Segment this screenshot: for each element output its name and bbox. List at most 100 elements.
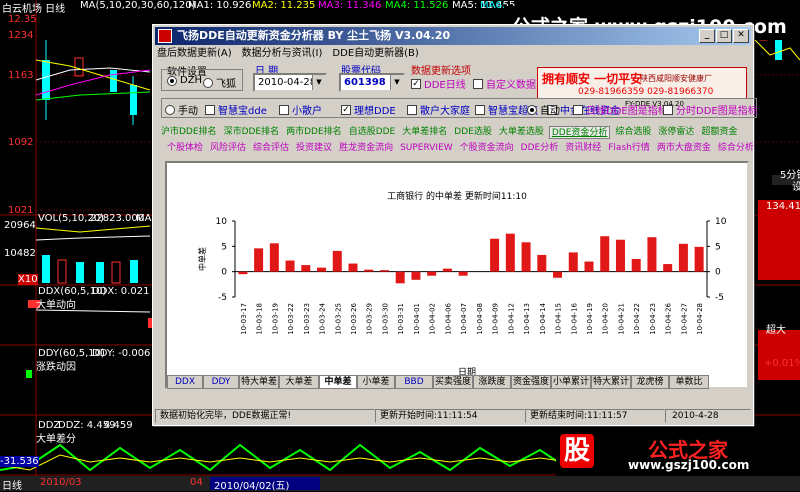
opt-manual[interactable]: 手动 [165,102,198,117]
tab-top-1[interactable]: 深市DDE排名 [222,126,282,139]
close-button[interactable]: ✕ [733,29,749,43]
minimize-button[interactable]: _ [699,29,715,43]
opt-manual-label: 手动 [178,106,198,117]
opt-daily-dde-label: 日线DDE图是指标 [586,106,668,117]
x-tick-10-04-12: 10-04-12 [507,303,515,335]
status-date: 2010-4-28 [665,409,751,423]
bottom-tab-7[interactable]: 买卖强度 [433,375,473,389]
radio-feihu[interactable]: 飞狐 [203,75,236,90]
bottom-date-04: 04 [190,477,203,488]
radio-dzh[interactable]: DZH [167,75,202,86]
radio-feihu-dot[interactable] [203,77,213,88]
bottom-tab-4[interactable]: 中单差 [319,375,357,389]
tab-top-6[interactable]: 大单差选股 [497,126,546,139]
tab-top-5[interactable]: DDE选股 [452,126,494,139]
right-label-set[interactable]: 设 [792,178,800,193]
bottom-tab-0[interactable]: DDX [167,375,203,389]
opt-small-retail-label: 小散户 [292,106,322,117]
opt-ideal-dde-box[interactable]: ✓ [341,104,351,115]
bottom-tab-6[interactable]: BBD [395,375,433,389]
tab-top-7[interactable]: DDE资金分析 [548,126,611,139]
bottom-tab-11[interactable]: 特大累计 [591,375,631,389]
opt-daily-dde-indicator[interactable]: 日线DDE图是指标 [573,102,668,117]
menu-dde-updater[interactable]: DDE自动更新器(B) [332,46,418,62]
tab-sub-2[interactable]: 综合评估 [251,142,291,155]
tab-sub-1[interactable]: 风险评估 [208,142,248,155]
bottom-tab-10[interactable]: 小单累计 [551,375,591,389]
radio-auto-dot[interactable] [527,104,537,115]
opt-manual-dot[interactable] [165,104,175,115]
x-tick-10-03-18: 10-03-18 [256,303,264,335]
check-dde-daily[interactable]: ✓ DDE日线 [411,76,466,91]
tab-top-9[interactable]: 涨停雷达 [656,126,696,139]
radio-dzh-dot[interactable] [167,75,177,86]
dde-analyzer-window: 飞扬DDE自动更新资金分析器 BY 尘土飞扬 V3.04.20 _ □ ✕ 盘后… [152,24,758,426]
opt-retail-family[interactable]: 散户大家庭 [407,102,470,117]
check-dde-daily-box[interactable]: ✓ [411,78,421,89]
stock-dropdown-arrow[interactable]: ▼ [390,75,403,90]
tab-top-4[interactable]: 大单差排名 [400,126,449,139]
opt-intraday-dde-box[interactable] [663,104,673,115]
maximize-button[interactable]: □ [716,29,732,43]
tab-sub-11[interactable]: 综合分析 [716,142,756,155]
date-dropdown-arrow[interactable]: ▼ [312,75,325,90]
bottom-tab-9[interactable]: 资金强度 [511,375,551,389]
opt-zhihuibao-dde[interactable]: 智慧宝dde [205,102,267,117]
x-tick-10-03-19: 10-03-19 [271,303,279,335]
x-tick-10-04-14: 10-04-14 [539,302,547,334]
tab-sub-7[interactable]: DDE分析 [519,142,561,155]
stock-code-combo[interactable]: 601398 ▼ [339,73,405,92]
tab-top-8[interactable]: 综合选股 [613,126,653,139]
window-titlebar[interactable]: 飞扬DDE自动更新资金分析器 BY 尘土飞扬 V3.04.20 _ □ ✕ [155,27,751,45]
y-tick-right: 10 [715,217,727,227]
opt-daily-dde-box[interactable] [573,104,583,115]
opt-retail-family-box[interactable] [407,104,417,115]
bottom-tab-13[interactable]: 单数比 [669,375,709,389]
tab-top-0[interactable]: 沪市DDE排名 [159,126,219,139]
tab-sub-4[interactable]: 胜龙资金流向 [337,142,395,155]
opt-small-retail[interactable]: 小散户 [279,102,322,117]
opt-zhihuibao-dde-box[interactable] [205,104,215,115]
tab-sub-0[interactable]: 个股体检 [165,142,205,155]
bar-10-03-22 [285,260,295,272]
bar-10-04-06 [442,268,452,272]
bottom-bar-period[interactable]: 日线 [2,477,22,492]
vol-label-20964: 20964 [4,220,36,231]
x-tick-10-04-23: 10-04-23 [649,303,657,335]
tab-row-2: 个股体检 风险评估 综合评估 投资建议 胜龙资金流向 SUPERVIEW 个股资金流向 DDE… [165,142,756,155]
bar-10-04-23 [647,237,657,272]
bottom-tab-5[interactable]: 小单差 [357,375,395,389]
tab-sub-6[interactable]: 个股资金流向 [458,142,516,155]
bar-10-04-16 [568,252,578,272]
bottom-tab-12[interactable]: 龙虎榜 [631,375,669,389]
tab-sub-9[interactable]: Flash行情 [606,142,652,155]
tab-sub-5[interactable]: SUPERVIEW [398,142,455,155]
tab-sub-8[interactable]: 资讯财经 [563,142,603,155]
x-tick-10-04-19: 10-04-19 [586,303,594,335]
bottom-date-march: 2010/03 [40,477,82,488]
check-custom-data[interactable]: 自定义数据 [473,76,536,91]
check-custom-data-box[interactable] [473,78,483,89]
bottom-tab-2[interactable]: 特大单差 [239,375,279,389]
x-tick-10-03-25: 10-03-25 [334,303,342,335]
tab-top-2[interactable]: 两市DDE排名 [284,126,344,139]
date-picker[interactable]: 2010-04-28 ▼ [253,73,327,92]
vol-label-x10: X10 [18,274,38,285]
tab-sub-3[interactable]: 投资建议 [294,142,334,155]
bottom-cursor-date: 2010/04/02(五) [214,481,290,492]
menu-data-update[interactable]: 盘后数据更新(A) [157,46,232,62]
opt-intraday-dde-indicator[interactable]: 分时DDE图是指标 [663,102,758,117]
opt-small-retail-box[interactable] [279,104,289,115]
radio-auto[interactable]: 自动 [527,102,560,117]
opt-zhihuibao-super-box[interactable] [475,104,485,115]
tab-sub-10[interactable]: 两市大盘资金 [655,142,713,155]
bottom-tab-1[interactable]: DDY [203,375,239,389]
x-tick-10-04-13: 10-04-13 [523,303,531,335]
menu-data-analysis[interactable]: 数据分析与资讯(I) [242,46,323,62]
tab-top-10[interactable]: 超额资金 [699,126,739,139]
ad-banner[interactable]: 拥有顺安 一切平安 陕西咸阳顺安健康厂 029-81966359 029-819… [537,67,747,99]
bottom-tab-3[interactable]: 大单差 [279,375,319,389]
bottom-tab-8[interactable]: 涨跌度 [473,375,511,389]
opt-ideal-dde[interactable]: ✓ 理想DDE [341,102,396,117]
tab-top-3[interactable]: 自选股DDE [347,126,398,139]
